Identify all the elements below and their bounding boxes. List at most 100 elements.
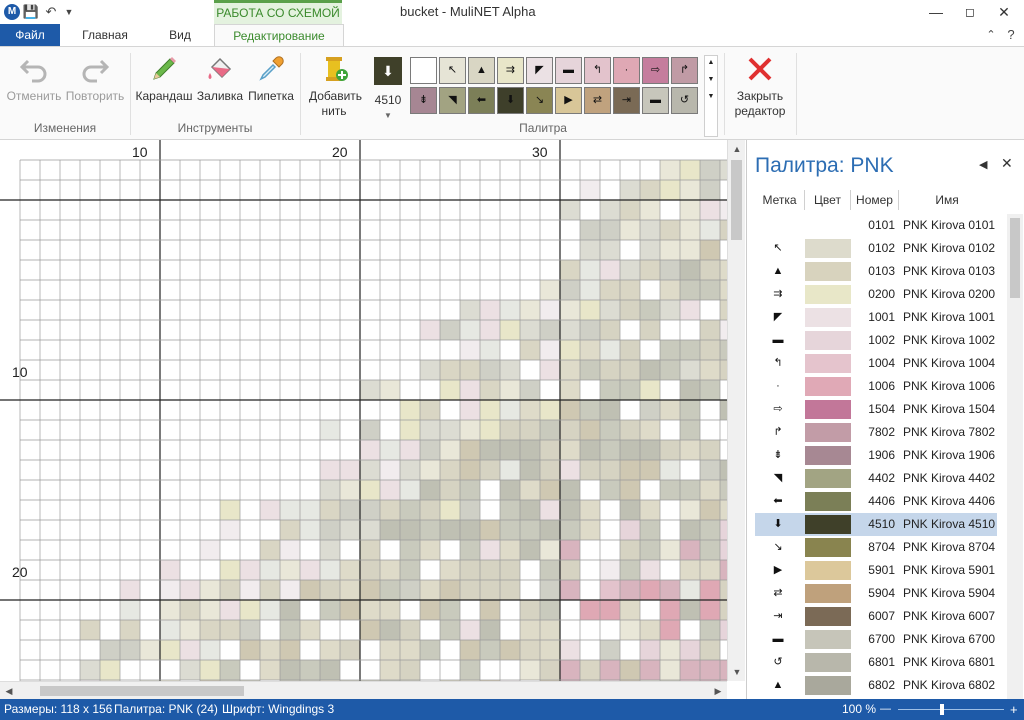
- stitch-cell[interactable]: [520, 540, 540, 560]
- stitch-cell[interactable]: [400, 620, 420, 640]
- palette-row[interactable]: ↘ 8704 PNK Kirova 8704: [755, 536, 997, 559]
- stitch-cell[interactable]: [80, 620, 100, 640]
- stitch-cell[interactable]: [700, 180, 720, 200]
- stitch-cell[interactable]: [500, 580, 520, 600]
- stitch-cell[interactable]: [300, 520, 320, 540]
- stitch-cell[interactable]: [280, 560, 300, 580]
- stitch-cell[interactable]: [620, 380, 640, 400]
- stitch-cell[interactable]: [200, 600, 220, 620]
- stitch-cell[interactable]: [480, 380, 500, 400]
- stitch-cell[interactable]: [560, 660, 580, 680]
- stitch-cell[interactable]: [620, 620, 640, 640]
- stitch-cell[interactable]: [700, 500, 720, 520]
- stitch-cell[interactable]: [660, 600, 680, 620]
- stitch-cell[interactable]: [380, 560, 400, 580]
- stitch-cell[interactable]: [220, 500, 240, 520]
- stitch-cell[interactable]: [500, 360, 520, 380]
- stitch-cell[interactable]: [700, 380, 720, 400]
- stitch-cell[interactable]: [560, 520, 580, 540]
- stitch-cell[interactable]: [600, 600, 620, 620]
- vertical-scrollbar[interactable]: ▲ ▼: [727, 140, 745, 681]
- stitch-cell[interactable]: [460, 300, 480, 320]
- stitch-cell[interactable]: [540, 600, 560, 620]
- stitch-cell[interactable]: [600, 580, 620, 600]
- stitch-cell[interactable]: [640, 400, 660, 420]
- stitch-cell[interactable]: [600, 300, 620, 320]
- stitch-cell[interactable]: [280, 540, 300, 560]
- stitch-cell[interactable]: [200, 660, 220, 680]
- stitch-cell[interactable]: [440, 460, 460, 480]
- palette-row[interactable]: ⬇ 4510 PNK Kirova 4510: [755, 513, 997, 536]
- stitch-cell[interactable]: [460, 640, 480, 660]
- stitch-cell[interactable]: [420, 640, 440, 660]
- stitch-cell[interactable]: [280, 620, 300, 640]
- stitch-cell[interactable]: [580, 340, 600, 360]
- stitch-cell[interactable]: [500, 460, 520, 480]
- stitch-cell[interactable]: [500, 400, 520, 420]
- undo-button[interactable]: Отменить: [4, 53, 64, 104]
- stitch-cell[interactable]: [280, 580, 300, 600]
- stitch-cell[interactable]: [120, 640, 140, 660]
- stitch-cell[interactable]: [260, 600, 280, 620]
- palette-row[interactable]: ↱ 7802 PNK Kirova 7802: [755, 421, 997, 444]
- stitch-cell[interactable]: [320, 520, 340, 540]
- stitch-cell[interactable]: [420, 520, 440, 540]
- stitch-cell[interactable]: [680, 220, 700, 240]
- scroll-down-icon[interactable]: ▼: [728, 663, 745, 681]
- horizontal-scroll-thumb[interactable]: [40, 686, 244, 696]
- palette-row[interactable]: ▲ 6802 PNK Kirova 6802: [755, 674, 997, 697]
- stitch-cell[interactable]: [500, 540, 520, 560]
- stitch-cell[interactable]: [560, 480, 580, 500]
- tab-edit[interactable]: Редактирование: [214, 24, 344, 46]
- stitch-cell[interactable]: [560, 420, 580, 440]
- stitch-cell[interactable]: [600, 260, 620, 280]
- stitch-cell[interactable]: [540, 280, 560, 300]
- stitch-cell[interactable]: [480, 400, 500, 420]
- stitch-cell[interactable]: [600, 220, 620, 240]
- stitch-cell[interactable]: [640, 520, 660, 540]
- stitch-cell[interactable]: [600, 320, 620, 340]
- stitch-cell[interactable]: [640, 180, 660, 200]
- stitch-cell[interactable]: [640, 660, 660, 680]
- stitch-cell[interactable]: [720, 360, 727, 380]
- stitch-cell[interactable]: [640, 220, 660, 240]
- stitch-cell[interactable]: [420, 580, 440, 600]
- stitch-cell[interactable]: [520, 440, 540, 460]
- stitch-cell[interactable]: [260, 640, 280, 660]
- stitch-cell[interactable]: [220, 620, 240, 640]
- stitch-cell[interactable]: [580, 520, 600, 540]
- stitch-cell[interactable]: [660, 340, 680, 360]
- stitch-cell[interactable]: [360, 380, 380, 400]
- stitch-cell[interactable]: [560, 540, 580, 560]
- palette-scroll-thumb[interactable]: [1010, 218, 1020, 298]
- stitch-cell[interactable]: [680, 500, 700, 520]
- stitch-cell[interactable]: [320, 560, 340, 580]
- stitch-cell[interactable]: [660, 540, 680, 560]
- stitch-cell[interactable]: [580, 400, 600, 420]
- stitch-cell[interactable]: [440, 600, 460, 620]
- stitch-cell[interactable]: [560, 300, 580, 320]
- stitch-cell[interactable]: [420, 540, 440, 560]
- stitch-cell[interactable]: [220, 520, 240, 540]
- stitch-cell[interactable]: [240, 580, 260, 600]
- stitch-cell[interactable]: [260, 580, 280, 600]
- stitch-cell[interactable]: [700, 320, 720, 340]
- stitch-cell[interactable]: [280, 520, 300, 540]
- stitch-cell[interactable]: [540, 400, 560, 420]
- stitch-cell[interactable]: [520, 500, 540, 520]
- stitch-cell[interactable]: [540, 580, 560, 600]
- stitch-cell[interactable]: [460, 340, 480, 360]
- stitch-cell[interactable]: [620, 660, 640, 680]
- stitch-cell[interactable]: [720, 340, 727, 360]
- stitch-cell[interactable]: [480, 560, 500, 580]
- app-icon[interactable]: M: [4, 4, 20, 20]
- stitch-cell[interactable]: [480, 360, 500, 380]
- stitch-cell[interactable]: [720, 480, 727, 500]
- stitch-cell[interactable]: [380, 460, 400, 480]
- palette-row[interactable]: ⬅ 4406 PNK Kirova 4406: [755, 490, 997, 513]
- stitch-cell[interactable]: [180, 620, 200, 640]
- stitch-cell[interactable]: [520, 380, 540, 400]
- stitch-cell[interactable]: [660, 160, 680, 180]
- chevron-up-icon[interactable]: ▲: [705, 56, 717, 70]
- stitch-cell[interactable]: [340, 520, 360, 540]
